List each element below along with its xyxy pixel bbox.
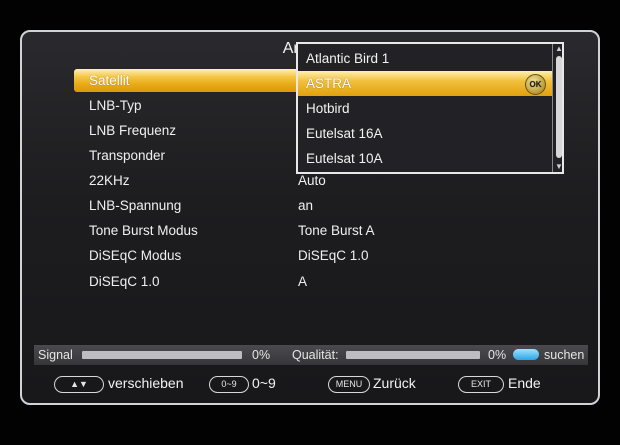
antenna-settings-panel: Antennen Satellit LNB-Typ LNB Frequenz T… [20,30,600,405]
chevron-up-icon[interactable]: ▲ [553,44,562,54]
dropdown-item[interactable]: Eutelsat 10A [298,146,552,171]
setting-label: LNB-Spannung [89,198,182,213]
dropdown-item-selected[interactable]: ASTRA OK [298,71,552,96]
setting-row-diseqc-1-0[interactable]: DiSEqC 1.0 A [74,270,564,293]
ok-icon: OK [525,74,546,95]
arrow-keys-icon[interactable]: ▲▼ [54,376,104,393]
setting-label: LNB-Typ [89,98,142,113]
quality-meter [346,351,480,359]
setting-label: Tone Burst Modus [89,223,198,238]
dropdown-scrollbar[interactable]: ▲ ▼ [552,44,562,172]
dropdown-item[interactable]: Atlantic Bird 1 [298,46,552,71]
setting-label: LNB Frequenz [89,123,177,138]
exit-hint-label: Ende [508,375,541,391]
setting-label: Transponder [89,148,166,163]
setting-row-tone-burst-modus[interactable]: Tone Burst Modus Tone Burst A [74,219,564,242]
quality-label: Qualität: [292,348,339,362]
chevron-down-icon[interactable]: ▼ [553,162,562,172]
menu-key-icon[interactable]: MENU [328,376,370,393]
setting-value: an [298,198,314,213]
blue-key-icon[interactable] [513,349,539,360]
setting-row-lnb-spannung[interactable]: LNB-Spannung an [74,194,564,217]
setting-label: Satellit [89,73,130,88]
exit-key-icon[interactable]: EXIT [458,376,504,393]
signal-meter [82,351,242,359]
signal-status-bar: Signal 0% Qualität: 0% suchen [34,345,588,365]
dropdown-item-label: ASTRA [306,76,352,91]
back-hint-label: Zurück [373,375,416,391]
dropdown-item[interactable]: Eutelsat 16A [298,121,552,146]
quality-value: 0% [488,348,507,362]
setting-label: DiSEqC 1.0 [89,274,160,289]
number-hint-label: 0~9 [252,375,276,391]
signal-value: 0% [252,348,271,362]
scrollbar-thumb[interactable] [556,56,562,158]
setting-label: 22KHz [89,173,130,188]
setting-value: A [298,274,308,289]
signal-label: Signal [38,348,73,362]
setting-value: DiSEqC 1.0 [298,248,369,263]
setting-label: DiSEqC Modus [89,248,182,263]
key-hints-footer: ▲▼ verschieben 0~9 0~9 MENU Zurück EXIT … [22,370,598,400]
setting-row-diseqc-modus[interactable]: DiSEqC Modus DiSEqC 1.0 [74,244,564,267]
move-hint-label: verschieben [108,375,184,391]
search-label[interactable]: suchen [544,345,584,365]
number-keys-icon[interactable]: 0~9 [209,376,249,393]
setting-value: Tone Burst A [298,223,375,238]
dropdown-item[interactable]: Hotbird [298,96,552,121]
satellite-dropdown[interactable]: Atlantic Bird 1 ASTRA OK Hotbird Eutelsa… [296,42,564,174]
